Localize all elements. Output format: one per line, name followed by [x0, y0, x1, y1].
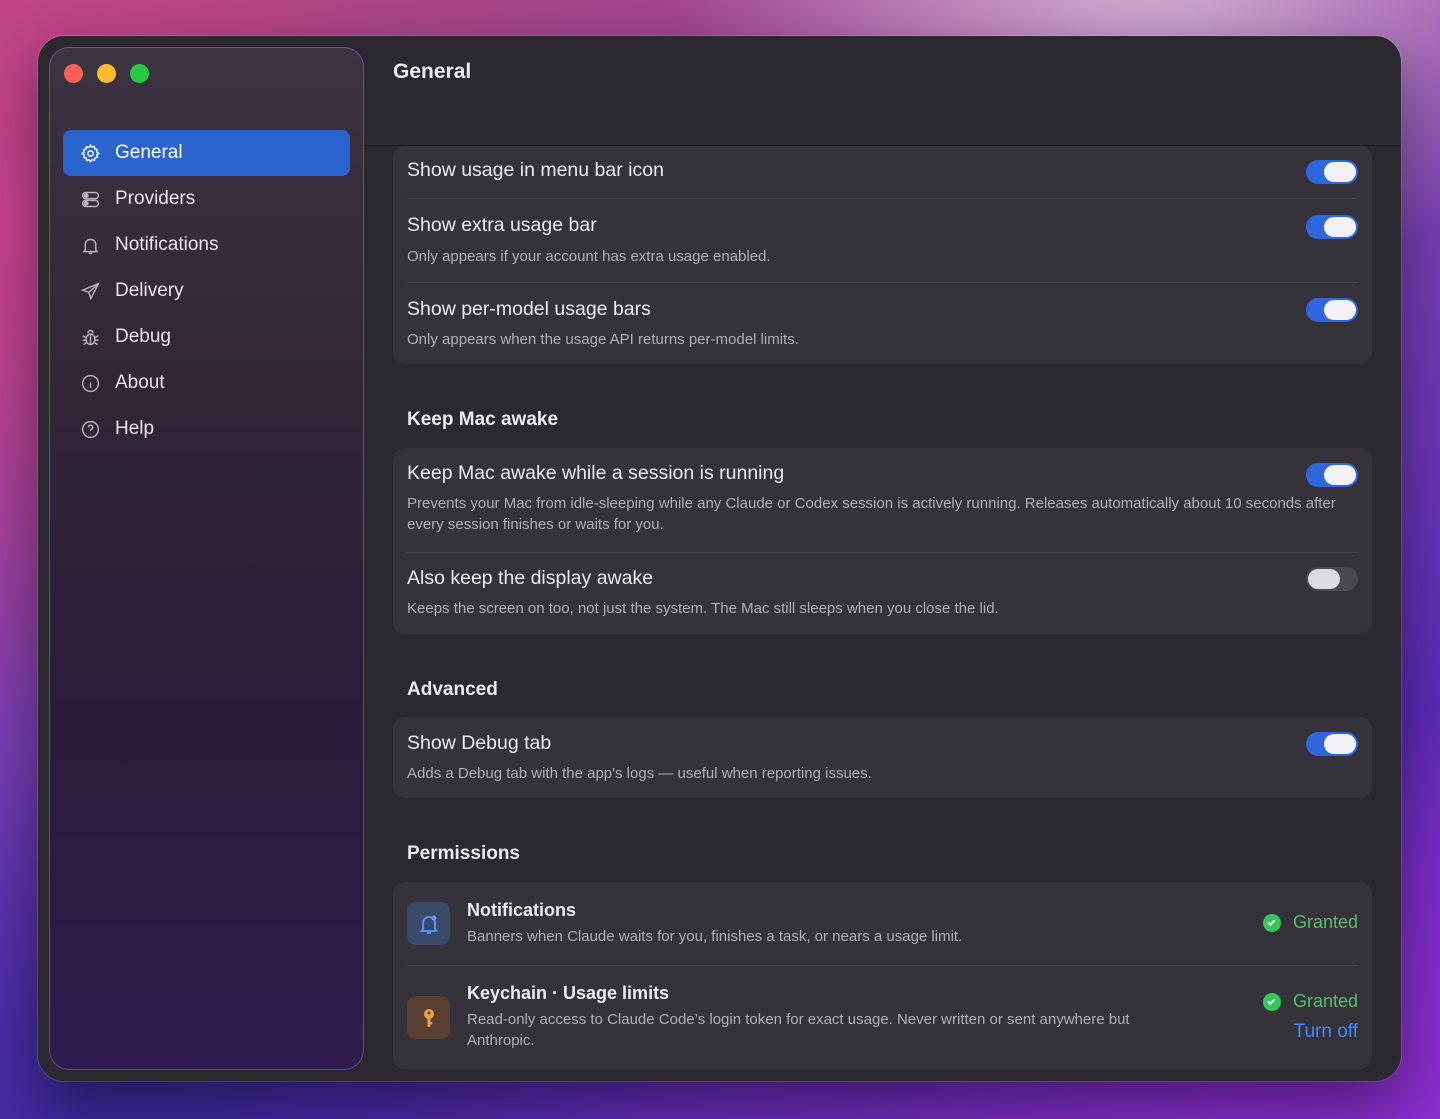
- row-title: Show per-model usage bars: [407, 298, 651, 320]
- permissions-group: Notifications Banners when Claude waits …: [393, 882, 1372, 1069]
- sidebar-item-about[interactable]: About: [63, 360, 350, 406]
- sidebar: General Providers Notifications Delivery: [49, 47, 364, 1070]
- bug-icon: [79, 326, 101, 348]
- checkmark-icon: [1262, 913, 1281, 932]
- keep-mac-awake-toggle[interactable]: [1306, 463, 1358, 487]
- section-header-permissions: Permissions: [407, 843, 520, 864]
- permission-description: Banners when Claude waits for you, finis…: [467, 928, 963, 945]
- gear-icon: [79, 142, 101, 164]
- status-badge: Granted: [1262, 912, 1358, 933]
- row-description: Prevents your Mac from idle-sleeping whi…: [407, 495, 1336, 533]
- sidebar-item-help[interactable]: Help: [63, 406, 350, 452]
- status-badge: Granted: [1262, 991, 1358, 1012]
- show-per-model-usage-bars-toggle[interactable]: [1306, 298, 1358, 322]
- usage-settings-group: Show usage in menu bar icon Show extra u…: [393, 146, 1372, 364]
- status-label: Granted: [1292, 991, 1358, 1011]
- sidebar-item-label: Notifications: [115, 234, 219, 255]
- settings-row: Show usage in menu bar icon: [393, 146, 1372, 198]
- settings-row: Keep Mac awake while a session is runnin…: [393, 448, 1372, 552]
- row-description: Only appears when the usage API returns …: [407, 331, 799, 348]
- section-header-advanced: Advanced: [407, 679, 498, 700]
- page-title: General: [393, 60, 472, 83]
- question-icon: [79, 418, 101, 440]
- bell-icon: [79, 234, 101, 256]
- show-usage-menu-bar-toggle[interactable]: [1306, 160, 1358, 184]
- key-icon: [407, 996, 450, 1039]
- turn-off-keychain-button[interactable]: Turn off: [1294, 1021, 1358, 1043]
- permission-description: Read-only access to Claude Code’s login …: [467, 1011, 1130, 1049]
- sidebar-item-general[interactable]: General: [63, 130, 350, 176]
- checkmark-icon: [1262, 992, 1281, 1011]
- settings-row: Also keep the display awake Keeps the sc…: [393, 552, 1372, 634]
- settings-row: Show extra usage bar Only appears if you…: [393, 198, 1372, 282]
- sidebar-item-debug[interactable]: Debug: [63, 314, 350, 360]
- toggles-icon: [79, 188, 101, 210]
- bell-icon: [407, 902, 450, 945]
- main-content: General Show usage in menu bar icon Show…: [364, 36, 1401, 1081]
- show-debug-tab-toggle[interactable]: [1306, 732, 1358, 756]
- sidebar-item-label: Providers: [115, 188, 196, 209]
- row-title: Also keep the display awake: [407, 567, 654, 589]
- info-icon: [79, 372, 101, 394]
- sidebar-item-notifications[interactable]: Notifications: [63, 222, 350, 268]
- permission-title: Keychain · Usage limits: [467, 983, 670, 1003]
- row-description: Keeps the screen on too, not just the sy…: [407, 600, 999, 617]
- status-label: Granted: [1292, 912, 1358, 932]
- zoom-window-button[interactable]: [130, 64, 149, 83]
- advanced-settings-group: Show Debug tab Adds a Debug tab with the…: [393, 717, 1372, 798]
- settings-row: Show per-model usage bars Only appears w…: [393, 282, 1372, 364]
- row-description: Only appears if your account has extra u…: [407, 248, 771, 265]
- row-description: Adds a Debug tab with the app's logs — u…: [407, 765, 872, 782]
- row-title: Keep Mac awake while a session is runnin…: [407, 462, 785, 484]
- keep-awake-settings-group: Keep Mac awake while a session is runnin…: [393, 448, 1372, 634]
- minimize-window-button[interactable]: [97, 64, 116, 83]
- show-extra-usage-bar-toggle[interactable]: [1306, 215, 1358, 239]
- permission-row-notifications: Notifications Banners when Claude waits …: [393, 882, 1372, 965]
- permission-row-keychain: Keychain · Usage limits Read-only access…: [393, 965, 1372, 1069]
- title-bar: General: [364, 36, 1401, 146]
- sidebar-item-label: Help: [115, 418, 155, 439]
- sidebar-nav: General Providers Notifications Delivery: [63, 130, 350, 452]
- sidebar-item-providers[interactable]: Providers: [63, 176, 350, 222]
- keep-display-awake-toggle[interactable]: [1306, 567, 1358, 591]
- settings-row: Show Debug tab Adds a Debug tab with the…: [393, 717, 1372, 798]
- sidebar-item-delivery[interactable]: Delivery: [63, 268, 350, 314]
- sidebar-item-label: General: [115, 142, 183, 163]
- row-title: Show usage in menu bar icon: [407, 159, 664, 181]
- section-header-keep-awake: Keep Mac awake: [407, 409, 559, 430]
- settings-window: General Providers Notifications Delivery: [38, 36, 1401, 1081]
- paper-plane-icon: [79, 280, 101, 302]
- row-title: Show extra usage bar: [407, 214, 597, 236]
- row-title: Show Debug tab: [407, 732, 552, 754]
- sidebar-item-label: Debug: [115, 326, 171, 347]
- permission-title: Notifications: [467, 900, 577, 920]
- close-window-button[interactable]: [64, 64, 83, 83]
- sidebar-item-label: Delivery: [115, 280, 184, 301]
- sidebar-item-label: About: [115, 372, 165, 393]
